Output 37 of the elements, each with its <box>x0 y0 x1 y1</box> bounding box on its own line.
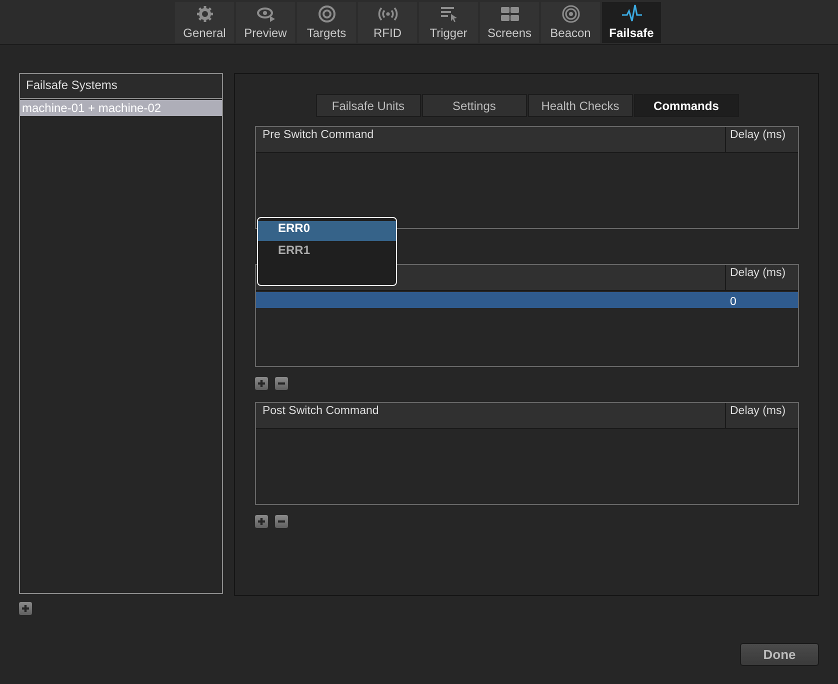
column-header: Delay (ms) <box>730 267 786 279</box>
column-header: Delay (ms) <box>730 405 786 417</box>
done-button[interactable]: Done <box>740 643 819 666</box>
plus-icon <box>21 604 30 613</box>
toolbar-tab[interactable]: Failsafe <box>602 2 661 43</box>
grid-icon <box>500 4 520 24</box>
segment-tab[interactable]: Commands <box>634 94 739 117</box>
gear-icon <box>194 4 214 24</box>
column-header: Post Switch Command <box>262 405 379 417</box>
segment-tab[interactable]: Failsafe Units <box>316 94 421 117</box>
add-button[interactable] <box>255 515 268 528</box>
list-cursor-icon <box>438 4 458 24</box>
toolbar-tab[interactable]: General <box>175 2 234 43</box>
menu-item[interactable]: ERR0 <box>258 221 396 241</box>
menu-item[interactable]: ERR1 <box>258 243 396 263</box>
remove-button[interactable] <box>275 515 288 528</box>
plus-icon <box>257 379 266 388</box>
toolbar-tab[interactable]: Screens <box>480 2 539 43</box>
pulse-icon <box>622 4 642 24</box>
toolbar-tab[interactable]: RFID <box>358 2 417 43</box>
column-header: Pre Switch Command <box>262 129 374 141</box>
toolbar-tab[interactable]: Beacon <box>541 2 600 43</box>
remove-button[interactable] <box>275 377 288 390</box>
target-icon <box>316 4 336 24</box>
delay-cell: 0 <box>730 296 736 308</box>
segment-tab[interactable]: Settings <box>422 94 527 117</box>
add-button[interactable] <box>19 602 32 615</box>
plus-icon <box>257 517 266 526</box>
segment-tab[interactable]: Health Checks <box>528 94 633 117</box>
table-row[interactable]: 0 <box>256 292 798 308</box>
list-header: Failsafe Systems <box>20 74 222 99</box>
toolbar-tab[interactable]: Targets <box>297 2 356 43</box>
toolbar-tab[interactable]: Preview <box>236 2 295 43</box>
beacon-icon <box>560 4 580 24</box>
toolbar-tab[interactable]: Trigger <box>419 2 478 43</box>
add-button[interactable] <box>255 377 268 390</box>
column-header: Delay (ms) <box>730 129 786 141</box>
